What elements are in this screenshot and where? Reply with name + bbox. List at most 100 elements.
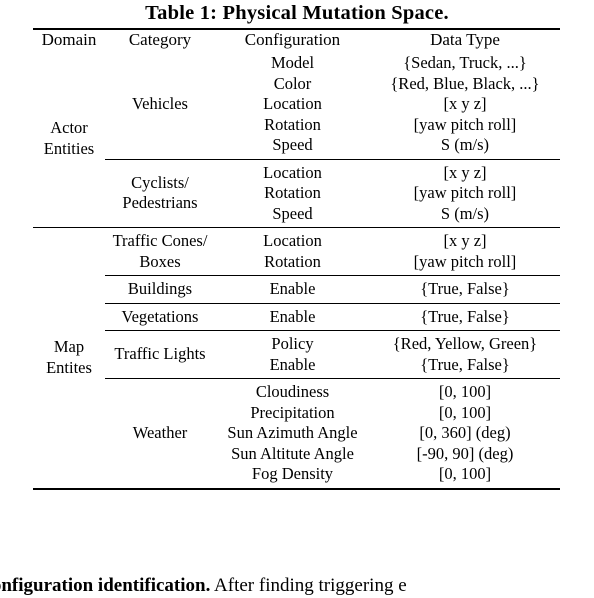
configuration-line: Location: [263, 94, 322, 113]
category-cell: Vehicles: [105, 50, 215, 159]
datatype-line: [x y z]: [443, 94, 487, 113]
datatype-line: [x y z]: [443, 231, 487, 250]
configuration-line: Enable: [269, 306, 316, 326]
category-cell-lines: Traffic Cones/Boxes: [105, 228, 215, 275]
configuration-cell-lines: Cloudiness Precipitation Sun Azimuth Angle…: [215, 379, 370, 488]
category-line: Cyclists/: [131, 172, 189, 192]
column-header-domain: Domain: [41, 30, 97, 49]
datatype-cell-lines: {True, False}: [370, 276, 560, 303]
category-line: Weather: [132, 423, 188, 442]
datatype-line: [yaw pitch roll]: [413, 251, 517, 271]
category-cell: Buildings: [105, 275, 215, 303]
paragraph-fragment: sconfiguration identification. After fin…: [0, 574, 594, 598]
table-header-row: Domain Category Configuration Data Type: [33, 30, 560, 50]
domain-cell: Actor Entities: [33, 50, 105, 228]
configuration-line: Cloudiness: [255, 382, 330, 401]
category-cell-lines: Weather: [105, 420, 215, 447]
datatype-line: [0, 100]: [438, 382, 492, 401]
domain-line: Entities: [43, 138, 95, 158]
datatype-line: [-90, 90] (deg): [416, 443, 514, 463]
datatype-line: {Sedan, Truck, ...}: [403, 53, 527, 72]
configuration-line: Location: [263, 231, 322, 250]
datatype-cell-lines: {Sedan, Truck, ...} {Red, Blue, Black, ..…: [370, 50, 560, 159]
configuration-line: Rotation: [264, 114, 321, 134]
datatype-cell-lines: [x y z] [yaw pitch roll]: [370, 228, 560, 275]
configuration-cell: Enable: [215, 275, 370, 303]
configuration-cell: Cloudiness Precipitation Sun Azimuth Angle…: [215, 378, 370, 488]
configuration-line: Precipitation: [250, 402, 335, 422]
table-row: Traffic Lights Policy Enable {Red, Yellow, …: [33, 330, 560, 379]
category-cell: Cyclists/Pedestrians: [105, 158, 215, 228]
category-line: Buildings: [127, 279, 193, 298]
datatype-line: [0, 100]: [438, 402, 492, 422]
paragraph-rest: After finding triggering e: [214, 575, 407, 596]
category-cell: Vegetations: [105, 302, 215, 331]
configuration-line: Model: [270, 53, 315, 72]
configuration-line: Speed: [272, 203, 313, 223]
datatype-cell-lines: [x y z] [yaw pitch roll] S (m/s): [370, 160, 560, 228]
configuration-line: Rotation: [264, 183, 321, 202]
category-cell-lines: Vehicles: [105, 91, 215, 118]
configuration-cell-lines: Enable: [215, 304, 370, 331]
configuration-cell: Model Color Location Rotation Speed: [215, 50, 370, 159]
datatype-line: [yaw pitch roll]: [413, 183, 517, 202]
configuration-cell: Policy Enable: [215, 330, 370, 379]
table-row: Map Entites Traffic Cones/Boxes Location Rot…: [33, 227, 560, 488]
table-row: Cyclists/Pedestrians Location Rotation Spee…: [33, 158, 560, 228]
category-line: Traffic Lights: [114, 344, 206, 364]
datatype-cell-lines: {Red, Yellow, Green} {True, False}: [370, 331, 560, 378]
table-bottom-rule: [33, 487, 560, 490]
datatype-cell-lines: {True, False}: [370, 304, 560, 331]
configuration-line: Rotation: [264, 251, 321, 271]
datatype-line: [0, 360] (deg): [419, 423, 511, 442]
category-cell-lines: Buildings: [105, 276, 215, 303]
paper-page: Table 1: Physical Mutation Space. Domain…: [0, 0, 594, 598]
datatype-cell: {Sedan, Truck, ...} {Red, Blue, Black, ..…: [370, 50, 560, 159]
configuration-cell-lines: Policy Enable: [215, 331, 370, 378]
configuration-line: Color: [273, 73, 312, 93]
configuration-cell: Location Rotation Speed: [215, 158, 370, 228]
datatype-line: {True, False}: [420, 279, 510, 298]
configuration-cell-lines: Location Rotation Speed: [215, 160, 370, 228]
table-row: Vegetations Enable {True, False}: [33, 302, 560, 331]
datatype-line: [yaw pitch roll]: [413, 114, 517, 134]
table-row: Actor Entities Vehicles Model Color Location R…: [33, 50, 560, 159]
configuration-line: Fog Density: [251, 464, 334, 483]
table-body: Actor Entities Vehicles Model Color Location R…: [33, 50, 560, 488]
category-cell-lines: Vegetations: [105, 304, 215, 331]
datatype-cell: [0, 100] [0, 100] [0, 360] (deg) [-90, 90] …: [370, 378, 560, 488]
configuration-cell-lines: Model Color Location Rotation Speed: [215, 50, 370, 159]
configuration-line: Location: [263, 162, 322, 182]
category-cell: Weather: [105, 378, 215, 488]
domain-line: Actor: [50, 118, 88, 137]
configuration-line: Policy: [271, 334, 314, 353]
datatype-cell: {True, False}: [370, 275, 560, 303]
column-header-datatype: Data Type: [430, 30, 500, 49]
domain-cell: Map Entites: [33, 227, 105, 488]
category-line: Boxes: [139, 251, 181, 271]
category-cell-lines: Traffic Lights: [105, 341, 215, 368]
column-header-category: Category: [128, 30, 192, 49]
configuration-line: Enable: [269, 279, 316, 298]
column-header-configuration: Configuration: [244, 30, 341, 49]
datatype-cell: [x y z] [yaw pitch roll]: [370, 227, 560, 276]
datatype-line: {Red, Blue, Black, ...}: [390, 73, 540, 93]
configuration-cell-lines: Location Rotation: [215, 228, 370, 275]
datatype-line: [x y z]: [443, 162, 487, 182]
datatype-line: {True, False}: [420, 306, 510, 326]
category-line: Traffic Cones/: [112, 231, 208, 250]
category-cell-lines: Cyclists/Pedestrians: [105, 170, 215, 217]
category-cell: Traffic Cones/Boxes: [105, 227, 215, 276]
configuration-cell-lines: Enable: [215, 276, 370, 303]
datatype-line: S (m/s): [440, 135, 490, 154]
datatype-line: {Red, Yellow, Green}: [392, 334, 538, 353]
datatype-cell: {True, False}: [370, 302, 560, 331]
configuration-line: Sun Azimuth Angle: [227, 423, 358, 442]
configuration-line: Speed: [272, 135, 313, 154]
table-row: Buildings Enable {True, False}: [33, 275, 560, 303]
category-line: Vegetations: [121, 306, 199, 326]
table-row: Weather Cloudiness Precipitation Sun Azimut…: [33, 378, 560, 488]
configuration-cell: Enable: [215, 302, 370, 331]
configuration-line: Sun Altitute Angle: [231, 443, 354, 463]
paragraph-bold-lead: sconfiguration identification.: [0, 575, 211, 596]
